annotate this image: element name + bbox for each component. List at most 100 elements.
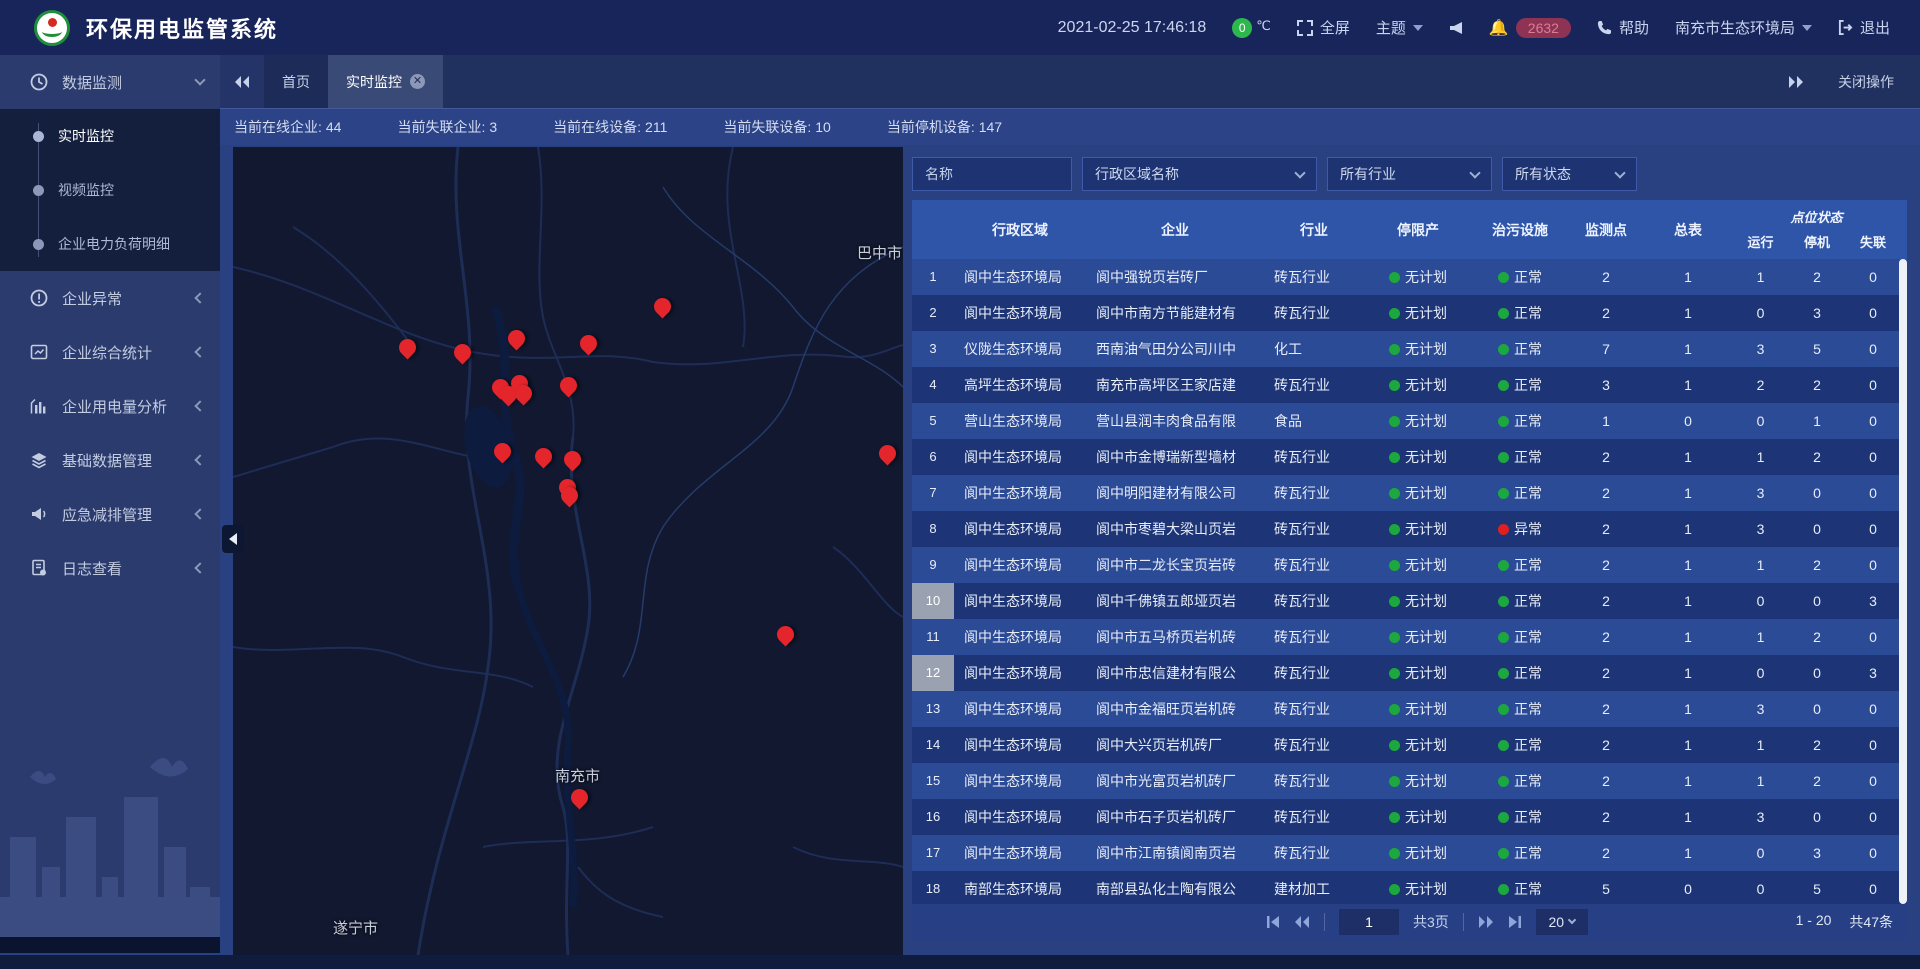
status-dot [1389, 704, 1400, 715]
sidebar-subitem[interactable]: 企业电力负荷明细 [0, 217, 220, 271]
table-row[interactable]: 18南部生态环境局南部县弘化土陶有限公建材加工无计划正常50050 [912, 871, 1907, 904]
sidebar-item-4[interactable]: 基础数据管理 [0, 433, 220, 487]
theme-label: 主题 [1376, 17, 1406, 38]
page-number-input[interactable]: 1 [1339, 909, 1399, 935]
status-text: 正常 [1514, 735, 1542, 755]
cell-lost: 0 [1845, 773, 1901, 789]
page-footer [0, 955, 1920, 969]
map-panel[interactable]: 巴中市南充市遂宁市 [233, 147, 903, 955]
cell-facility-status: 正常 [1472, 411, 1568, 431]
page-size-select[interactable]: 20 [1536, 909, 1588, 935]
next-page-button[interactable] [1478, 915, 1494, 929]
tab-close-icon[interactable]: ✕ [410, 74, 425, 89]
sidebar-subitem[interactable]: 视频监控 [0, 163, 220, 217]
cell-points: 2 [1568, 449, 1644, 465]
cell-company: 阆中大兴页岩机砖厂 [1086, 735, 1264, 755]
divider [1463, 913, 1464, 931]
table-row[interactable]: 12阆中生态环境局阆中市忠信建材有限公砖瓦行业无计划正常21003 [912, 655, 1907, 691]
sidebar-item-1[interactable]: 企业异常 [0, 271, 220, 325]
tab-home[interactable]: 首页 [264, 55, 328, 108]
table-row[interactable]: 17阆中生态环境局阆中市江南镇阆南页岩砖瓦行业无计划正常21030 [912, 835, 1907, 871]
table-row[interactable]: 10阆中生态环境局阆中千佛镇五郎垭页岩砖瓦行业无计划正常21003 [912, 583, 1907, 619]
status-dot [1498, 632, 1509, 643]
table-row[interactable]: 3仪陇生态环境局西南油气田分公司川中化工无计划正常71350 [912, 331, 1907, 367]
cell-industry: 砖瓦行业 [1264, 627, 1364, 647]
table-row[interactable]: 13阆中生态环境局阆中市金福旺页岩机砖砖瓦行业无计划正常21300 [912, 691, 1907, 727]
sidebar-item-label: 基础数据管理 [62, 450, 196, 471]
cell-meters: 1 [1644, 557, 1732, 573]
cell-lost: 0 [1845, 305, 1901, 321]
cell-stop: 2 [1789, 377, 1845, 393]
tabs-scroll-left-button[interactable] [220, 55, 264, 108]
table-row[interactable]: 2阆中生态环境局阆中市南方节能建材有砖瓦行业无计划正常21030 [912, 295, 1907, 331]
close-operations-button[interactable]: 关闭操作 [1838, 72, 1894, 92]
fullscreen-button[interactable]: 全屏 [1297, 17, 1350, 38]
table-row[interactable]: 6阆中生态环境局阆中市金博瑞新型墙材砖瓦行业无计划正常21120 [912, 439, 1907, 475]
cell-limit-status: 无计划 [1364, 735, 1472, 755]
name-filter-input[interactable] [925, 166, 1059, 182]
stat-value: 10 [815, 119, 831, 135]
status-dot [1498, 812, 1509, 823]
notifications[interactable]: 🔔 2632 [1489, 18, 1571, 38]
datetime: 2021-02-25 17:46:18 [1058, 19, 1207, 37]
filter-row: 行政区域名称 所有行业 所有状态 [912, 157, 1907, 191]
last-page-button[interactable] [1508, 915, 1522, 929]
logout-button[interactable]: 退出 [1838, 17, 1890, 38]
col-stop: 停机 [1789, 232, 1845, 251]
table-row[interactable]: 11阆中生态环境局阆中市五马桥页岩机砖砖瓦行业无计划正常21120 [912, 619, 1907, 655]
help-button[interactable]: 帮助 [1597, 17, 1649, 38]
stat-item: 当前在线企业:44 [234, 117, 341, 137]
sidebar-item-0[interactable]: 数据监测 [0, 55, 220, 109]
org-dropdown[interactable]: 南充市生态环境局 [1675, 17, 1812, 38]
tabs-scroll-right-button[interactable] [1788, 75, 1804, 89]
sidebar-item-5[interactable]: 应急减排管理 [0, 487, 220, 541]
cell-meters: 1 [1644, 449, 1732, 465]
sidebar-item-3[interactable]: 企业用电量分析 [0, 379, 220, 433]
table-row[interactable]: 15阆中生态环境局阆中市光富页岩机砖厂砖瓦行业无计划正常21120 [912, 763, 1907, 799]
status-text: 无计划 [1405, 555, 1447, 575]
row-range-label: 1 - 20 [1796, 912, 1832, 932]
map-city-label: 遂宁市 [333, 917, 378, 938]
cell-run: 3 [1732, 701, 1789, 717]
table-row[interactable]: 1阆中生态环境局阆中强锐页岩砖厂砖瓦行业无计划正常21120 [912, 259, 1907, 295]
table-row[interactable]: 7阆中生态环境局阆中明阳建材有限公司砖瓦行业无计划正常21300 [912, 475, 1907, 511]
stats-icon [28, 343, 50, 361]
stat-value: 211 [645, 119, 667, 135]
cell-company: 阆中市金博瑞新型墙材 [1086, 447, 1264, 467]
cell-points: 2 [1568, 305, 1644, 321]
bell-icon: 🔔 [1489, 18, 1509, 38]
table-row[interactable]: 8阆中生态环境局阆中市枣碧大梁山页岩砖瓦行业无计划异常21300 [912, 511, 1907, 547]
sidebar-subitem[interactable]: 实时监控 [0, 109, 220, 163]
region-filter-value: 行政区域名称 [1095, 164, 1179, 184]
table-row[interactable]: 5营山生态环境局营山县润丰肉食品有限食品无计划正常10010 [912, 403, 1907, 439]
cell-stop: 3 [1789, 305, 1845, 321]
tab-label: 实时监控 [346, 72, 402, 92]
status-dot [1389, 560, 1400, 571]
cell-facility-status: 正常 [1472, 771, 1568, 791]
cell-facility-status: 正常 [1472, 375, 1568, 395]
theme-dropdown[interactable]: 主题 [1376, 17, 1423, 38]
status-text: 无计划 [1405, 591, 1447, 611]
cell-limit-status: 无计划 [1364, 267, 1472, 287]
tab-realtime-monitor[interactable]: 实时监控 ✕ [328, 55, 443, 108]
status-filter-select[interactable]: 所有状态 [1502, 157, 1637, 191]
mute-button[interactable] [1449, 21, 1463, 35]
table-row[interactable]: 14阆中生态环境局阆中大兴页岩机砖厂砖瓦行业无计划正常21120 [912, 727, 1907, 763]
table-row[interactable]: 16阆中生态环境局阆中市石子页岩机砖厂砖瓦行业无计划正常21300 [912, 799, 1907, 835]
table-scrollbar[interactable] [1899, 259, 1907, 904]
table-row[interactable]: 9阆中生态环境局阆中市二龙长宝页岩砖砖瓦行业无计划正常21120 [912, 547, 1907, 583]
industry-filter-select[interactable]: 所有行业 [1327, 157, 1492, 191]
cell-lost: 0 [1845, 557, 1901, 573]
panel-collapse-button[interactable] [222, 525, 244, 553]
sidebar-item-6[interactable]: 日志查看 [0, 541, 220, 595]
first-page-button[interactable] [1266, 915, 1280, 929]
prev-page-button[interactable] [1294, 915, 1310, 929]
name-filter-field[interactable] [912, 157, 1072, 191]
status-text: 无计划 [1405, 735, 1447, 755]
table-row[interactable]: 4高坪生态环境局南充市高坪区王家店建砖瓦行业无计划正常31220 [912, 367, 1907, 403]
region-filter-select[interactable]: 行政区域名称 [1082, 157, 1317, 191]
app-title: 环保用电监管系统 [86, 12, 278, 44]
cell-stop: 0 [1789, 701, 1845, 717]
sidebar-item-2[interactable]: 企业综合统计 [0, 325, 220, 379]
status-dot [1498, 308, 1509, 319]
